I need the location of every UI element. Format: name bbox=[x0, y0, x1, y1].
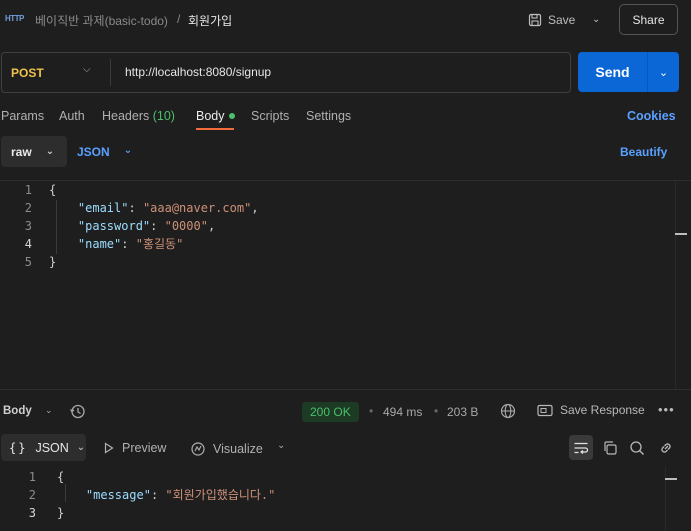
save-icon bbox=[528, 13, 542, 27]
save-response-label: Save Response bbox=[560, 403, 645, 417]
url-divider bbox=[110, 59, 111, 86]
tab-headers[interactable]: Headers (10) bbox=[102, 109, 175, 123]
response-format-label: JSON bbox=[35, 440, 69, 455]
json-key: "message" bbox=[85, 488, 151, 502]
json-key: "name" bbox=[77, 237, 122, 251]
beautify-button[interactable]: Beautify bbox=[620, 145, 667, 159]
preview-button[interactable]: Preview bbox=[104, 441, 166, 455]
wrap-lines-button[interactable] bbox=[569, 435, 593, 460]
send-options-chevron-down-icon[interactable]: ⌄ bbox=[648, 52, 679, 92]
json-value: "0000" bbox=[164, 219, 208, 233]
visualize-chevron-down-icon[interactable]: ⌄ bbox=[277, 440, 285, 451]
chevron-down-icon: ⌄ bbox=[76, 442, 86, 453]
body-language-select[interactable]: JSON ⌄ bbox=[77, 145, 132, 159]
headers-count-badge: (10) bbox=[152, 109, 175, 123]
http-request-icon: HTTP bbox=[5, 14, 24, 23]
share-button[interactable]: Share bbox=[619, 4, 678, 35]
save-response-button[interactable]: Save Response bbox=[537, 403, 645, 417]
more-options-icon[interactable]: ••• bbox=[658, 402, 675, 417]
method-select[interactable]: POST bbox=[11, 66, 44, 80]
line-number: 1 bbox=[28, 470, 36, 484]
scrollbar-cursor-marker bbox=[675, 233, 687, 235]
visualize-label: Visualize bbox=[213, 442, 263, 456]
chevron-down-icon[interactable]: ⌄ bbox=[45, 405, 53, 416]
active-tab-underline bbox=[196, 128, 234, 130]
json-value: "aaa@naver.com" bbox=[142, 201, 252, 215]
body-mode-label: raw bbox=[11, 144, 32, 159]
visualize-icon bbox=[191, 442, 205, 456]
response-scrollbar[interactable] bbox=[665, 467, 678, 531]
body-language-label: JSON bbox=[77, 145, 110, 159]
method-chevron-down-icon[interactable]: ⌵ bbox=[83, 64, 91, 75]
save-response-icon bbox=[537, 404, 553, 416]
editor-scrollbar[interactable] bbox=[675, 181, 688, 389]
save-label: Save bbox=[548, 13, 576, 27]
send-button[interactable]: Send bbox=[578, 52, 647, 92]
code-line[interactable]: { bbox=[49, 181, 56, 199]
json-key: "password" bbox=[77, 219, 151, 233]
line-number: 5 bbox=[24, 255, 32, 269]
history-icon[interactable] bbox=[69, 403, 86, 420]
line-number: 2 bbox=[28, 488, 36, 502]
scrollbar-cursor-marker bbox=[665, 478, 677, 480]
code-line[interactable]: { bbox=[57, 468, 64, 486]
code-line[interactable]: "message": "회원가입했습니다." bbox=[57, 486, 275, 504]
breadcrumb-request-name[interactable]: 회원가입 bbox=[188, 12, 232, 29]
response-divider bbox=[0, 389, 691, 390]
tab-settings[interactable]: Settings bbox=[306, 109, 351, 123]
braces-icon: {} bbox=[9, 440, 28, 455]
code-line[interactable]: } bbox=[57, 504, 64, 522]
meta-separator: • bbox=[369, 404, 374, 418]
line-number: 2 bbox=[24, 201, 32, 215]
line-number: 4 bbox=[24, 237, 32, 251]
response-time[interactable]: 494 ms bbox=[383, 405, 422, 419]
url-input[interactable]: http://localhost:8080/signup bbox=[125, 65, 271, 79]
json-value: "홍길동" bbox=[135, 237, 184, 251]
json-brace: { bbox=[57, 470, 65, 484]
code-line[interactable]: } bbox=[49, 253, 56, 271]
cookies-link[interactable]: Cookies bbox=[627, 109, 676, 123]
line-number: 3 bbox=[28, 506, 36, 520]
json-brace: } bbox=[49, 255, 57, 269]
chevron-down-icon: ⌄ bbox=[123, 145, 133, 156]
code-line[interactable]: "name": "홍길동" bbox=[49, 235, 183, 253]
response-format-select[interactable]: {} JSON ⌄ bbox=[1, 434, 86, 461]
body-mode-select[interactable]: raw ⌄ bbox=[1, 136, 67, 167]
search-icon[interactable] bbox=[629, 440, 645, 456]
breadcrumb-separator: / bbox=[177, 12, 181, 26]
copy-icon[interactable] bbox=[602, 440, 618, 456]
visualize-button[interactable]: Visualize bbox=[190, 441, 263, 457]
status-badge[interactable]: 200 OK bbox=[302, 402, 359, 422]
wrap-lines-icon bbox=[574, 442, 589, 454]
response-section-select[interactable]: Body bbox=[3, 405, 32, 417]
response-size[interactable]: 203 B bbox=[447, 405, 478, 419]
top-bar: HTTP 베이직반 과제(basic-todo) / 회원가입 Save ⌄ S… bbox=[0, 0, 691, 40]
body-modified-indicator bbox=[229, 113, 235, 119]
line-number: 1 bbox=[24, 183, 32, 197]
globe-icon[interactable] bbox=[500, 403, 516, 419]
tab-body[interactable]: Body bbox=[196, 109, 225, 123]
play-icon bbox=[104, 442, 114, 454]
preview-label: Preview bbox=[122, 441, 167, 455]
json-brace: } bbox=[57, 506, 65, 520]
line-number: 3 bbox=[24, 219, 32, 233]
link-icon[interactable] bbox=[658, 440, 674, 456]
save-options-chevron-down-icon[interactable]: ⌄ bbox=[592, 11, 606, 29]
json-value: "회원가입했습니다." bbox=[165, 488, 276, 502]
save-button[interactable]: Save bbox=[528, 7, 588, 33]
json-brace: { bbox=[49, 183, 57, 197]
tab-scripts[interactable]: Scripts bbox=[251, 109, 289, 123]
meta-separator: • bbox=[434, 404, 439, 418]
code-line[interactable]: "email": "aaa@naver.com", bbox=[49, 199, 259, 217]
tab-headers-label: Headers bbox=[102, 109, 150, 123]
json-key: "email" bbox=[77, 201, 129, 215]
tab-auth[interactable]: Auth bbox=[59, 109, 85, 123]
code-line[interactable]: "password": "0000", bbox=[49, 217, 215, 235]
chevron-down-icon: ⌄ bbox=[45, 146, 55, 157]
editor-divider bbox=[0, 180, 691, 181]
breadcrumb-collection[interactable]: 베이직반 과제(basic-todo) bbox=[35, 12, 168, 29]
tab-params[interactable]: Params bbox=[1, 109, 44, 123]
